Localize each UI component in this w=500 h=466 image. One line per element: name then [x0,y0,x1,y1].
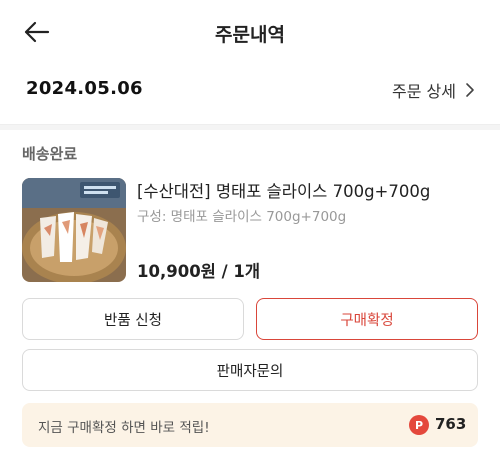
product-option: 구성: 명태포 슬라이스 700g+700g [137,209,347,225]
order-detail-label: 주문 상세 [392,82,456,101]
chevron-right-icon [466,83,474,97]
top-bar: 주문내역 [0,0,500,64]
promo-text: 지금 구매확정 하면 바로 적립! [38,420,210,436]
points-promo-banner: 지금 구매확정 하면 바로 적립! P 763 [22,403,478,447]
point-icon: P [409,415,429,435]
order-detail-link[interactable]: 주문 상세 [392,78,476,102]
seller-inquiry-button[interactable]: 판매자문의 [22,349,478,391]
return-request-button[interactable]: 반품 신청 [22,298,244,340]
page-title: 주문내역 [215,24,285,46]
delivery-status: 배송완료 [22,145,78,163]
product-image[interactable] [22,178,126,282]
product-name[interactable]: [수산대전] 명태포 슬라이스 700g+700g [137,178,430,202]
purchase-confirm-button[interactable]: 구매확정 [256,298,478,340]
point-value: 763 [435,415,467,433]
section-divider [0,124,500,130]
order-date: 2024.05.06 [26,78,143,99]
product-price: 10,900원 / 1개 [137,262,261,281]
